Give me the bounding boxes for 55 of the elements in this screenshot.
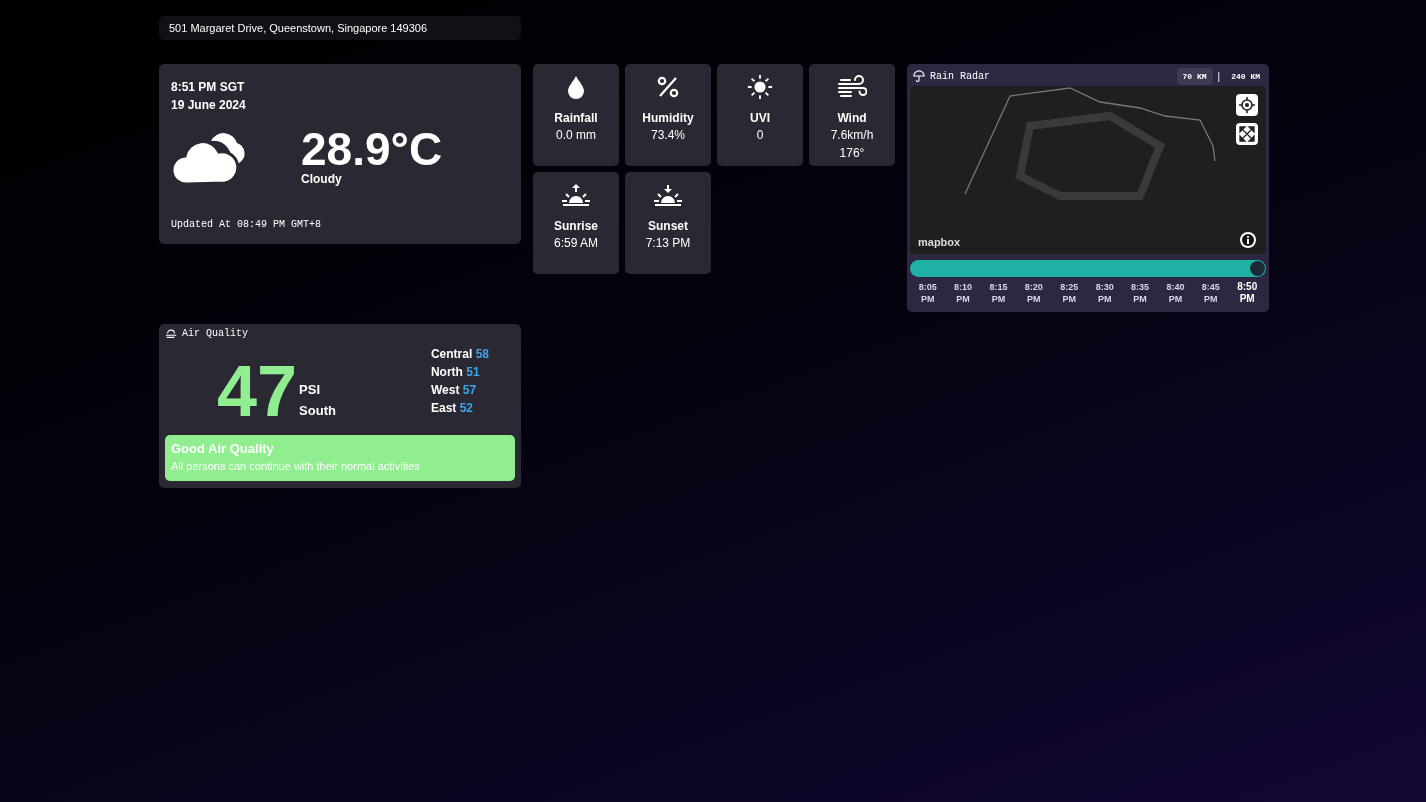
tile-value: 6:59 AM bbox=[554, 235, 598, 252]
separator: | bbox=[1217, 70, 1221, 82]
range-tab[interactable]: 70 KM bbox=[1176, 67, 1213, 85]
radar-title: Rain Radar bbox=[930, 70, 990, 82]
wind-icon bbox=[837, 74, 867, 100]
tile-value: 0 bbox=[756, 127, 764, 144]
current-time: 8:51 PM SGT bbox=[171, 79, 246, 96]
psi-region: South bbox=[299, 402, 336, 420]
status-title: Good Air Quality bbox=[171, 441, 275, 457]
umbrella-icon bbox=[913, 70, 925, 82]
time-slider[interactable] bbox=[910, 260, 1266, 277]
tile-label: Humidity bbox=[642, 110, 694, 126]
region-reading: West 57 bbox=[430, 382, 478, 399]
tile-label: Sunset bbox=[648, 218, 688, 234]
locate-button[interactable] bbox=[1236, 94, 1258, 116]
sun-icon bbox=[746, 74, 774, 100]
tile-value: 7.6km/h bbox=[830, 127, 874, 144]
region-reading: East 52 bbox=[430, 400, 474, 417]
time-label[interactable]: 8:50 PM bbox=[1237, 281, 1258, 305]
time-label[interactable]: 8:05 PM bbox=[918, 281, 937, 305]
time-label[interactable]: 8:10 PM bbox=[954, 281, 973, 305]
address-bar: 501 Margaret Drive, Queenstown, Singapore 149306 bbox=[159, 16, 521, 40]
tile-label: Rainfall bbox=[554, 110, 598, 126]
time-label[interactable]: 8:35 PM bbox=[1131, 281, 1150, 305]
updated-time: Updated At 08:49 PM GMT+8 bbox=[171, 219, 323, 230]
sunrise-icon bbox=[561, 182, 591, 208]
tile-label: UVI bbox=[750, 110, 770, 126]
tile-value: 0.0 mm bbox=[556, 127, 596, 144]
region-reading: Central 58 bbox=[430, 346, 489, 363]
tile-label: Sunrise bbox=[554, 218, 598, 234]
weather-condition: Cloudy bbox=[301, 172, 343, 186]
sunset-icon bbox=[653, 182, 683, 208]
time-label[interactable]: 8:30 PM bbox=[1095, 281, 1114, 305]
time-label[interactable]: 8:20 PM bbox=[1024, 281, 1043, 305]
region-reading: North 51 bbox=[430, 364, 481, 381]
info-icon[interactable] bbox=[1240, 232, 1256, 248]
tile-value: 176° bbox=[839, 145, 865, 162]
percent-icon bbox=[656, 74, 680, 100]
psi-value: 47 bbox=[217, 355, 298, 427]
temperature: 28.9°C bbox=[301, 126, 443, 172]
status-description: All persons can continue with their normal activities bbox=[171, 459, 421, 474]
current-date: 19 June 2024 bbox=[171, 97, 247, 114]
tile-value: 7:13 PM bbox=[645, 235, 691, 252]
time-label[interactable]: 8:25 PM bbox=[1060, 281, 1079, 305]
time-label[interactable]: 8:40 PM bbox=[1166, 281, 1185, 305]
psi-unit: PSI bbox=[299, 381, 322, 399]
fullscreen-button[interactable] bbox=[1236, 123, 1258, 145]
haze-icon bbox=[165, 328, 177, 339]
time-label[interactable]: 8:15 PM bbox=[989, 281, 1008, 305]
tile-label: Wind bbox=[837, 110, 867, 126]
tile-value: 73.4% bbox=[651, 127, 685, 144]
range-tab[interactable]: 240 KM bbox=[1225, 67, 1266, 85]
time-label[interactable]: 8:45 PM bbox=[1201, 281, 1220, 305]
air-quality-title: Air Quality bbox=[182, 328, 248, 339]
mapbox-logo: mapbox bbox=[918, 236, 961, 248]
